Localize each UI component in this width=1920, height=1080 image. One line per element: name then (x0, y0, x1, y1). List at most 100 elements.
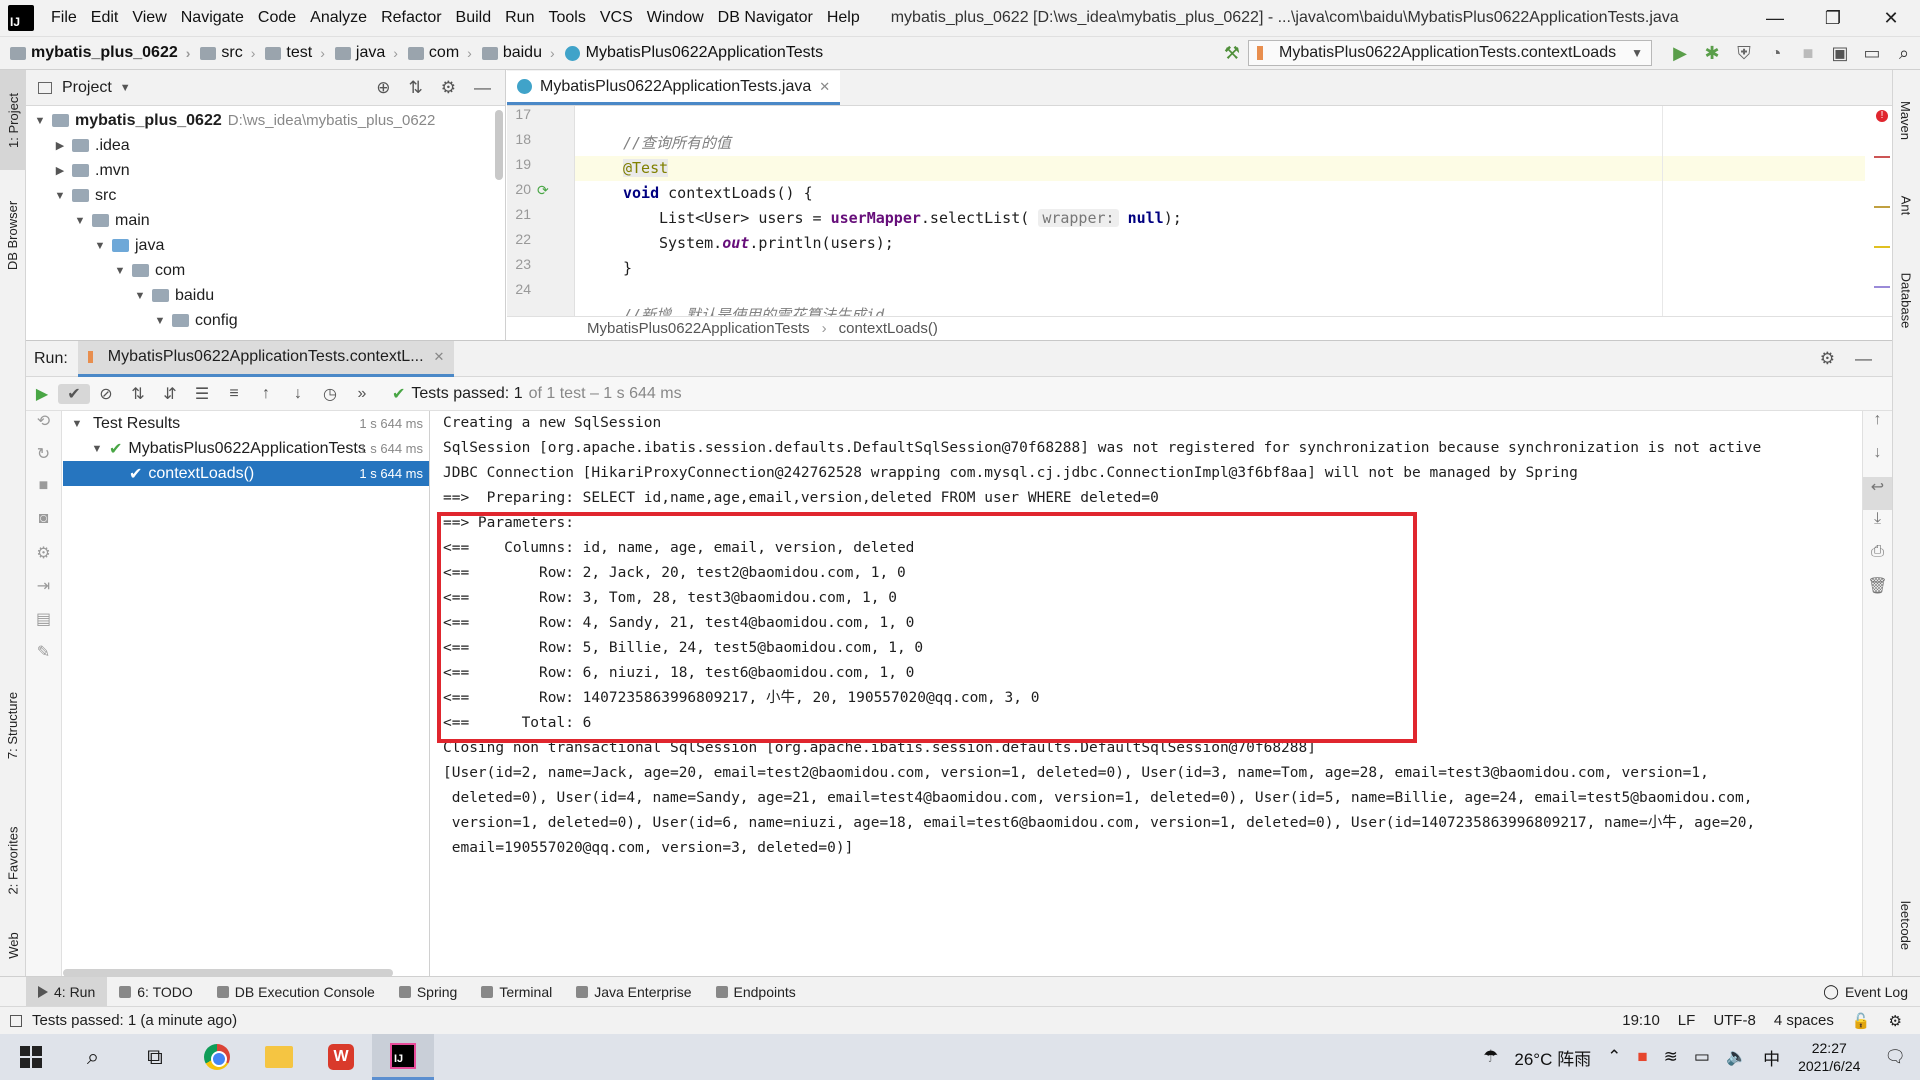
coverage-icon[interactable]: ⛨ (1728, 39, 1760, 67)
soft-wrap-icon[interactable]: ↩ (1863, 477, 1892, 510)
import-icon[interactable]: ⇥ (26, 576, 61, 609)
chrome-app[interactable] (186, 1034, 248, 1080)
sort-alpha-icon[interactable]: ⇅ (122, 384, 154, 404)
run-tab[interactable]: MybatisPlus0622ApplicationTests.contextL… (77, 340, 455, 377)
run-test-gutter-icon[interactable]: ⟳ (537, 182, 549, 199)
collapse-all-icon[interactable]: ⇅ (409, 78, 423, 98)
bottom-tab-terminal[interactable]: Terminal (469, 977, 564, 1007)
error-icon[interactable]: ! (1876, 110, 1888, 122)
breadcrumb-com[interactable]: com › (398, 44, 472, 62)
bottom-tab-4-run[interactable]: 4: Run (26, 976, 108, 1007)
chevron-down-icon[interactable]: ▼ (72, 215, 88, 227)
menu-run[interactable]: Run (498, 9, 541, 27)
chevron-down-icon[interactable]: ▼ (52, 190, 68, 202)
bottom-tab-java-enterprise[interactable]: Java Enterprise (564, 977, 703, 1007)
editor-tab-file[interactable]: MybatisPlus0622ApplicationTests.java ✕ (507, 71, 841, 105)
chevron-down-icon[interactable]: ▼ (92, 240, 108, 252)
chevron-right-icon[interactable]: ▶ (52, 139, 68, 152)
more-icon[interactable]: » (346, 385, 378, 403)
volume-icon[interactable]: 🔈 (1726, 1047, 1747, 1067)
chevron-up-icon[interactable]: ⌃ (1607, 1047, 1621, 1067)
task-view-icon[interactable]: ⧉ (124, 1034, 186, 1080)
close-icon[interactable]: ✕ (819, 79, 830, 95)
scroll-up-icon[interactable]: ↑ (1863, 411, 1892, 444)
hide-icon[interactable]: — (474, 78, 491, 98)
show-passed-icon[interactable]: ✔ (58, 383, 90, 404)
tool-tab-db-browser[interactable]: DB Browser (0, 180, 26, 290)
tool-tab-leetcode[interactable]: leetcode (1893, 880, 1919, 970)
tool-tab-web[interactable]: Web (0, 920, 26, 970)
tool-tab-database[interactable]: Database (1893, 250, 1919, 350)
app-tray-icon[interactable]: ■ (1637, 1047, 1647, 1067)
wps-app[interactable]: W (310, 1034, 372, 1080)
menu-edit[interactable]: Edit (84, 9, 126, 27)
breadcrumb-java[interactable]: java › (325, 44, 398, 62)
project-tree-item[interactable]: ▶ .idea (26, 133, 505, 158)
collapse-all-icon[interactable]: ≡ (218, 385, 250, 403)
breadcrumb-mybatis-plus-0622[interactable]: mybatis_plus_0622 › (0, 44, 190, 62)
battery-icon[interactable]: ▭ (1694, 1047, 1710, 1067)
rerun-failed-icon[interactable]: ⟲ (26, 411, 61, 444)
previous-test-icon[interactable]: ↑ (250, 385, 282, 403)
hide-icon[interactable]: — (1855, 349, 1872, 369)
menu-code[interactable]: Code (251, 9, 303, 27)
start-button[interactable] (0, 1034, 62, 1080)
menu-db-navigator[interactable]: DB Navigator (711, 9, 820, 27)
project-tree-item[interactable]: ▼ baidu (26, 283, 505, 308)
chevron-down-icon[interactable]: ▼ (152, 315, 168, 327)
close-button[interactable]: ✕ (1862, 8, 1920, 29)
profile-icon[interactable]: ◔ (1760, 39, 1792, 67)
trash-icon[interactable]: 🗑 (1863, 576, 1892, 609)
menu-navigate[interactable]: Navigate (174, 9, 251, 27)
project-tree-item[interactable]: ▼ java (26, 233, 505, 258)
scroll-down-icon[interactable]: ↓ (1863, 444, 1892, 477)
breadcrumb-src[interactable]: src › (190, 44, 255, 62)
locate-icon[interactable]: ⊕ (376, 78, 390, 98)
run-configuration-select[interactable]: MybatisPlus0622ApplicationTests.contextL… (1248, 40, 1652, 66)
breadcrumb-class[interactable]: MybatisPlus0622ApplicationTests (587, 320, 810, 337)
expand-all-icon[interactable]: ☰ (186, 384, 218, 404)
project-tree-item[interactable]: ▼ main (26, 208, 505, 233)
bottom-tab-spring[interactable]: Spring (387, 977, 469, 1007)
test-tree-item[interactable]: ✔ contextLoads() 1 s 644 ms (63, 461, 429, 486)
layout-icon[interactable]: ▤ (26, 609, 61, 642)
minimize-button[interactable]: — (1746, 8, 1804, 29)
menu-build[interactable]: Build (449, 9, 499, 27)
status-icon[interactable] (10, 1014, 22, 1027)
stop-icon[interactable]: ■ (26, 477, 61, 510)
code-area[interactable]: //查询所有的值 @Test void contextLoads() { Lis… (575, 106, 1865, 316)
history-icon[interactable]: ◷ (314, 384, 346, 404)
tool-tab-favorites[interactable]: 2: Favorites (0, 800, 26, 920)
camera-icon[interactable]: ◙ (26, 510, 61, 543)
error-stripe[interactable]: ! (1872, 106, 1892, 316)
wifi-icon[interactable]: ≋ (1664, 1047, 1678, 1067)
project-view-selector[interactable]: Project (62, 79, 112, 97)
file-encoding[interactable]: UTF-8 (1713, 1012, 1756, 1029)
weather-icon[interactable]: ☂ (1483, 1047, 1498, 1067)
gear-icon[interactable]: ⚙ (441, 78, 456, 98)
ime-indicator[interactable]: 中 (1763, 1045, 1780, 1070)
print-icon[interactable]: ⎙ (1863, 543, 1892, 576)
bottom-tab-endpoints[interactable]: Endpoints (704, 977, 808, 1007)
breadcrumb-method[interactable]: contextLoads() (839, 320, 938, 337)
rerun-icon[interactable]: ▶ (26, 384, 58, 404)
menu-file[interactable]: File (44, 9, 84, 27)
search-icon[interactable]: ⌕ (1888, 39, 1920, 67)
stop-icon[interactable]: ■ (1792, 39, 1824, 67)
scroll-to-end-icon[interactable]: ⤓ (1863, 510, 1892, 543)
chevron-right-icon[interactable]: ▶ (52, 164, 68, 177)
close-icon[interactable]: ✕ (434, 349, 445, 365)
git-icon[interactable]: ⚙ (1889, 1012, 1902, 1030)
debug-icon[interactable]: ✱ (1696, 39, 1728, 67)
intellij-app[interactable]: IJ (372, 1034, 434, 1080)
breadcrumb-baidu[interactable]: baidu › (472, 44, 555, 62)
project-structure-icon[interactable]: ▣ (1824, 39, 1856, 67)
chevron-down-icon[interactable]: ▼ (32, 115, 48, 127)
bottom-tab-6-todo[interactable]: 6: TODO (107, 977, 205, 1007)
tool-tab-maven[interactable]: Maven (1893, 80, 1919, 160)
tool-tab-structure[interactable]: 7: Structure (0, 670, 26, 780)
pin-icon[interactable]: ✎ (26, 642, 61, 675)
tool-tab-ant[interactable]: Ant (1893, 170, 1919, 240)
chevron-down-icon[interactable]: ▼ (69, 418, 85, 430)
line-separator[interactable]: LF (1678, 1012, 1696, 1029)
